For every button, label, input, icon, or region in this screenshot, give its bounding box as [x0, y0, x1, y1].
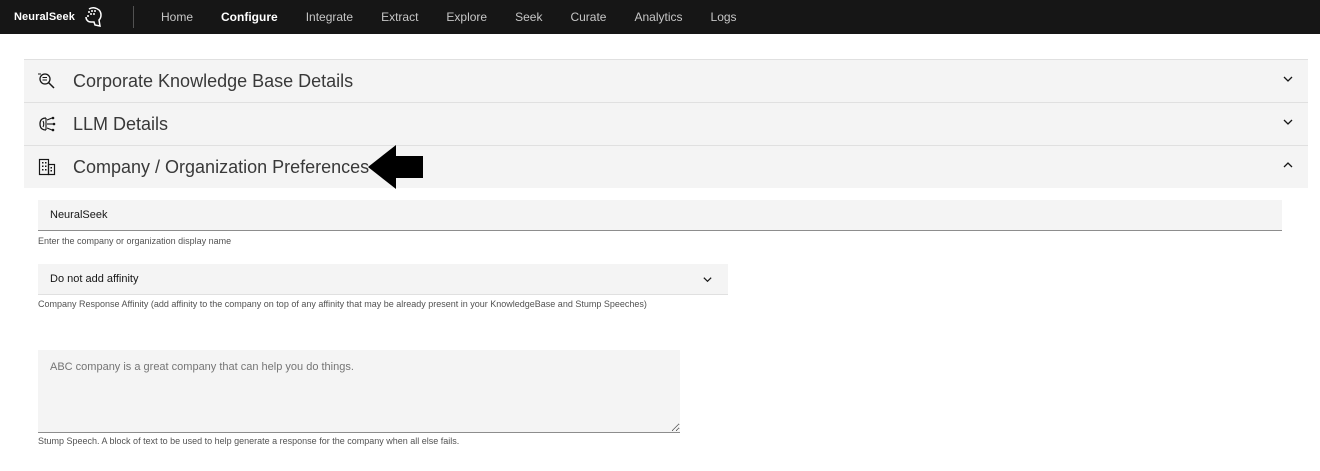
- brand-name: NeuralSeek: [14, 11, 75, 23]
- left-arrow-icon: [368, 145, 423, 189]
- chevron-down-icon[interactable]: [1282, 116, 1294, 128]
- nav-explore[interactable]: Explore: [432, 0, 501, 34]
- chevron-down-icon: [703, 277, 712, 283]
- company-name-helper: Enter the company or organization displa…: [38, 236, 232, 246]
- accordion-company-preferences[interactable]: Company / Organization Preferences: [24, 145, 1308, 188]
- affinity-helper: Company Response Affinity (add affinity …: [38, 299, 647, 309]
- company-name-input[interactable]: [38, 200, 1282, 231]
- accordion-knowledge-base[interactable]: Corporate Knowledge Base Details: [24, 59, 1308, 102]
- nav-extract[interactable]: Extract: [367, 0, 432, 34]
- accordion-title: Corporate Knowledge Base Details: [73, 70, 354, 91]
- stump-speech-textarea[interactable]: [38, 350, 680, 433]
- chevron-down-icon[interactable]: [1282, 73, 1294, 85]
- nav-seek[interactable]: Seek: [501, 0, 556, 34]
- nav-integrate[interactable]: Integrate: [292, 0, 367, 34]
- machine-learning-icon: [39, 116, 56, 132]
- affinity-select[interactable]: Do not add affinity: [38, 264, 728, 295]
- nav-configure[interactable]: Configure: [207, 0, 292, 34]
- chevron-up-icon[interactable]: [1282, 159, 1294, 171]
- top-navigation-bar: NeuralSeek Home Configure Integrate Extr…: [0, 0, 1320, 34]
- topbar-divider: [133, 6, 134, 28]
- accordion-llm-details[interactable]: LLM Details: [24, 102, 1308, 145]
- nav-analytics[interactable]: Analytics: [620, 0, 696, 34]
- stump-speech-helper: Stump Speech. A block of text to be used…: [38, 436, 460, 446]
- main-nav: Home Configure Integrate Extract Explore…: [147, 0, 751, 34]
- search-document-icon: [38, 73, 55, 89]
- nav-logs[interactable]: Logs: [697, 0, 751, 34]
- building-icon: [38, 158, 56, 176]
- nav-home[interactable]: Home: [147, 0, 207, 34]
- settings-accordion: Corporate Knowledge Base Details LLM Det…: [24, 59, 1308, 188]
- neural-head-icon: [85, 7, 102, 27]
- affinity-selected-value: Do not add affinity: [50, 273, 139, 285]
- nav-curate[interactable]: Curate: [556, 0, 620, 34]
- accordion-title: Company / Organization Preferences: [73, 156, 370, 177]
- brand[interactable]: NeuralSeek: [0, 0, 119, 34]
- accordion-title: LLM Details: [73, 113, 169, 134]
